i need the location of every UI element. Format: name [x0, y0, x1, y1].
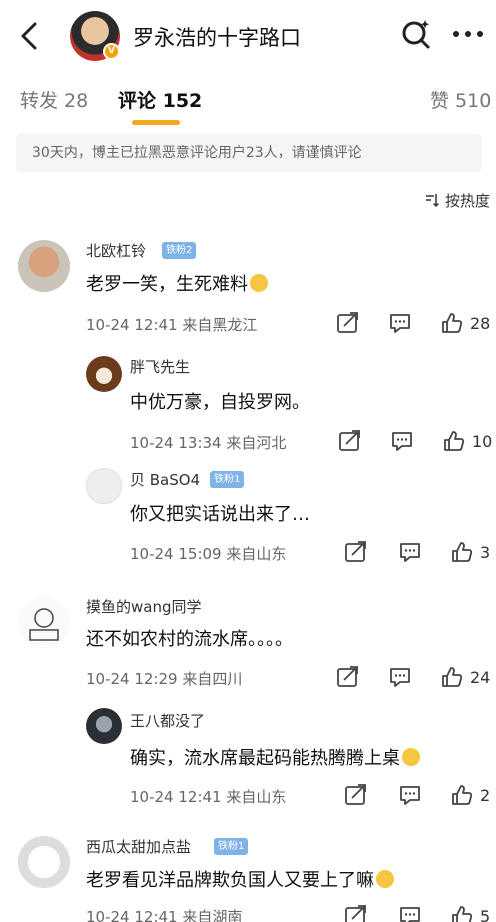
- comment-meta: 10-24 12:29 来自四川: [86, 670, 243, 688]
- page-title[interactable]: 罗永浩的十字路口: [133, 22, 301, 52]
- fan-badge: 铁粉1: [210, 471, 245, 488]
- share-icon[interactable]: [344, 905, 368, 922]
- like-count: 5: [480, 907, 491, 922]
- verified-badge: V: [103, 43, 120, 60]
- doge-emoji-icon: [376, 870, 394, 888]
- commenter-avatar[interactable]: [18, 596, 70, 648]
- comment-text: 确实，流水席最起码能热腾腾上桌: [130, 744, 420, 770]
- commenter-name[interactable]: 胖飞先生: [130, 356, 190, 377]
- commenter-name[interactable]: 摸鱼的wang同学: [86, 596, 202, 617]
- commenter-avatar[interactable]: [86, 356, 122, 392]
- commenter-avatar[interactable]: [18, 240, 70, 292]
- comment-text: 中优万豪，自投罗网。: [130, 392, 310, 413]
- doge-emoji-icon: [250, 274, 268, 292]
- reply-icon[interactable]: [390, 430, 414, 452]
- like-icon[interactable]: [440, 312, 464, 334]
- like-icon[interactable]: [442, 430, 466, 452]
- comment-text: 老罗一笑，生死难料: [86, 270, 268, 296]
- commenter-avatar[interactable]: [86, 708, 122, 744]
- commenter-name[interactable]: 王八都没了: [130, 710, 205, 731]
- like-icon[interactable]: [450, 905, 474, 922]
- share-icon[interactable]: [336, 666, 360, 688]
- reply-icon[interactable]: [398, 905, 422, 922]
- reply-icon[interactable]: [398, 541, 422, 563]
- reply-icon[interactable]: [388, 666, 412, 688]
- commenter-name[interactable]: 贝 BaSO4: [130, 469, 200, 490]
- grin-emoji-icon: [402, 748, 420, 766]
- reply-icon[interactable]: [388, 312, 412, 334]
- comment-text: 你又把实话说出来了…: [130, 504, 310, 525]
- sort-icon: [426, 194, 440, 208]
- moderation-notice: 30天内，博主已拉黑恶意评论用户23人，请谨慎评论: [16, 134, 482, 172]
- fan-badge: 铁粉2: [162, 242, 197, 259]
- share-icon[interactable]: [338, 430, 362, 452]
- like-icon[interactable]: [450, 541, 474, 563]
- tab-comments[interactable]: 评论 152: [118, 86, 202, 113]
- comment-meta: 10-24 12:41 来自山东: [130, 788, 287, 806]
- comment-meta: 10-24 12:41 来自湖南: [86, 908, 243, 922]
- back-arrow-icon[interactable]: [14, 18, 44, 54]
- tab-likes[interactable]: 赞 510: [430, 86, 491, 113]
- sketch-avatar-icon: [29, 608, 59, 641]
- share-icon[interactable]: [344, 784, 368, 806]
- like-count: 3: [480, 543, 491, 562]
- share-icon[interactable]: [336, 312, 360, 334]
- commenter-avatar[interactable]: [18, 836, 70, 888]
- sort-toggle[interactable]: 按热度: [424, 190, 490, 211]
- like-count: 2: [480, 786, 491, 805]
- share-icon[interactable]: [344, 541, 368, 563]
- more-options-icon[interactable]: [450, 22, 486, 46]
- commenter-name[interactable]: 西瓜太甜加点盐: [86, 836, 191, 857]
- top-bar: V 罗永浩的十字路口: [0, 0, 496, 72]
- comment-text: 还不如农村的流水席。。。。: [86, 629, 293, 650]
- like-icon[interactable]: [450, 784, 474, 806]
- reply-icon[interactable]: [398, 784, 422, 806]
- commenter-name[interactable]: 北欧杠铃: [86, 240, 146, 261]
- like-count: 10: [472, 432, 493, 451]
- like-count: 24: [470, 668, 491, 687]
- tab-repost[interactable]: 转发 28: [20, 86, 88, 113]
- comment-meta: 10-24 15:09 来自山东: [130, 545, 287, 563]
- search-icon[interactable]: [400, 18, 432, 50]
- sort-label: 按热度: [444, 192, 490, 210]
- comment-meta: 10-24 13:34 来自河北: [130, 434, 287, 452]
- comment-meta: 10-24 12:41 来自黑龙江: [86, 316, 258, 334]
- fan-badge: 铁粉1: [214, 838, 249, 855]
- commenter-avatar[interactable]: [86, 468, 122, 504]
- like-count: 28: [470, 314, 491, 333]
- like-icon[interactable]: [440, 666, 464, 688]
- active-tab-indicator: [132, 120, 180, 125]
- comment-text: 老罗看见洋品牌欺负国人又要上了嘛: [86, 866, 394, 892]
